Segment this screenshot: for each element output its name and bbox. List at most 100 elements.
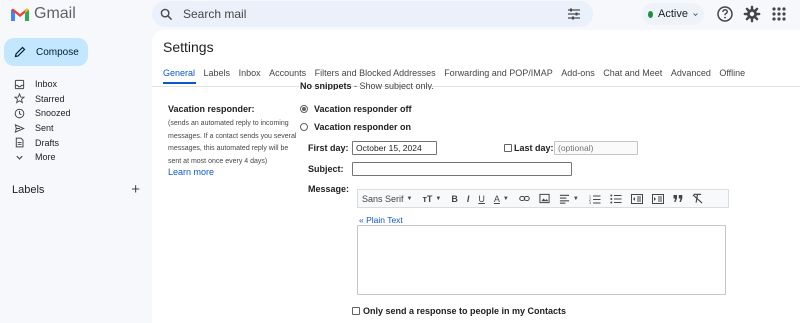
sidebar-item-starred[interactable]: Starred: [0, 92, 150, 107]
pencil-icon: [14, 46, 26, 58]
status-selector[interactable]: Active: [642, 3, 704, 25]
draft-icon: [15, 137, 24, 148]
sidebar-item-more[interactable]: More: [0, 150, 150, 165]
image-icon[interactable]: [539, 193, 550, 204]
subject-input[interactable]: [352, 162, 572, 176]
first-day-label: First day:: [308, 143, 349, 153]
sidebar-item-inbox[interactable]: Inbox: [0, 77, 150, 92]
sidebar-item-sent[interactable]: Sent: [0, 121, 150, 136]
caret-down-icon: ▼: [406, 195, 413, 202]
italic-button[interactable]: I: [467, 194, 470, 204]
gmail-m-icon: [11, 8, 29, 21]
first-day-input[interactable]: [352, 141, 437, 155]
vacation-responder-description: (sends an automated reply to incoming me…: [168, 120, 297, 165]
font-family-dropdown[interactable]: Sans Serif ▼: [362, 194, 412, 204]
tab-filters[interactable]: Filters and Blocked Addresses: [315, 68, 436, 78]
message-label: Message:: [308, 184, 350, 194]
vacation-on-radio[interactable]: [300, 123, 308, 131]
bold-button[interactable]: B: [451, 194, 458, 204]
sidebar-item-label: Inbox: [35, 79, 58, 90]
bulleted-list-icon[interactable]: [610, 194, 622, 204]
settings-panel: Settings General Labels Inbox Accounts F…: [152, 30, 800, 323]
last-day-checkbox[interactable]: [504, 144, 512, 152]
link-icon[interactable]: [519, 193, 530, 204]
search-options-icon[interactable]: [567, 8, 581, 20]
font-family-value: Sans Serif: [362, 193, 404, 204]
gmail-wordmark: Gmail: [34, 5, 76, 22]
tab-advanced[interactable]: Advanced: [671, 68, 711, 78]
add-label-button[interactable]: +: [131, 181, 140, 198]
sidebar-nav: Inbox Starred Snoozed Sent Drafts More: [0, 77, 150, 165]
compose-label: Compose: [36, 46, 79, 58]
message-body-editor[interactable]: [357, 225, 726, 295]
sidebar-item-label: Drafts: [35, 137, 60, 148]
svg-text:3: 3: [589, 201, 591, 204]
snippets-option-strong: No snippets: [300, 81, 352, 90]
tab-offline[interactable]: Offline: [719, 68, 745, 78]
help-icon[interactable]: [716, 5, 734, 23]
compose-button[interactable]: Compose: [4, 38, 88, 66]
tab-chat-meet[interactable]: Chat and Meet: [603, 68, 662, 78]
vacation-off-radio[interactable]: [300, 105, 308, 113]
snippets-option-partial: No snippets - Show subject only.: [300, 81, 434, 90]
gmail-logo[interactable]: Gmail: [10, 5, 76, 23]
text-color-dropdown[interactable]: A ▼: [494, 194, 509, 204]
tab-accounts[interactable]: Accounts: [269, 68, 306, 78]
apps-grid-icon[interactable]: [770, 5, 788, 23]
sidebar-item-label: Snoozed: [35, 108, 71, 119]
clock-icon: [14, 108, 25, 119]
chevron-down-icon: [16, 155, 23, 160]
sidebar-item-drafts[interactable]: Drafts: [0, 135, 150, 150]
tab-add-ons[interactable]: Add-ons: [561, 68, 595, 78]
tab-labels[interactable]: Labels: [204, 68, 231, 78]
last-day-input[interactable]: [554, 141, 638, 155]
last-day-label: Last day:: [514, 143, 554, 153]
labels-heading: Labels: [12, 183, 45, 196]
sidebar-item-label: More: [35, 152, 56, 163]
chevron-down-icon: [693, 12, 698, 16]
plain-text-link[interactable]: « Plain Text: [359, 215, 403, 225]
status-label: Active: [658, 8, 688, 20]
caret-down-icon: ▼: [502, 195, 509, 202]
labels-section-header: Labels +: [12, 181, 140, 198]
remove-formatting-icon[interactable]: [692, 193, 703, 204]
learn-more-link[interactable]: Learn more: [168, 167, 214, 177]
status-dot: [648, 10, 654, 18]
sidebar-item-snoozed[interactable]: Snoozed: [0, 106, 150, 121]
search-input[interactable]: [181, 6, 567, 22]
formatting-toolbar: Sans Serif ▼ тT ▼ B I U A ▼ ▼ 1 2 3: [357, 189, 729, 208]
numbered-list-icon[interactable]: 1 2 3: [589, 194, 601, 204]
star-icon: [14, 93, 25, 105]
vacation-on-label: Vacation responder on: [314, 122, 412, 132]
page-title: Settings: [163, 39, 214, 55]
tab-inbox[interactable]: Inbox: [239, 68, 261, 78]
sidebar-item-label: Starred: [35, 93, 65, 104]
vacation-off-label: Vacation responder off: [314, 104, 412, 114]
search-icon[interactable]: [160, 8, 173, 21]
vacation-off-radio-row[interactable]: Vacation responder off: [300, 104, 412, 114]
text-color-icon: A: [493, 193, 500, 204]
search-bar[interactable]: [152, 1, 593, 27]
vacation-responder-label: Vacation responder:: [168, 104, 255, 114]
quote-icon[interactable]: [673, 194, 683, 203]
indent-more-icon[interactable]: [651, 193, 664, 204]
contacts-only-checkbox[interactable]: [352, 307, 360, 315]
tabs-divider: [152, 86, 800, 87]
tab-forwarding[interactable]: Forwarding and POP/IMAP: [444, 68, 553, 78]
settings-tabs: General Labels Inbox Accounts Filters an…: [163, 68, 754, 78]
indent-less-icon[interactable]: [630, 193, 643, 204]
inbox-icon: [14, 79, 25, 89]
send-icon: [14, 123, 25, 133]
settings-gear-icon[interactable]: [743, 5, 761, 23]
snippets-option-rest: - Show subject only.: [351, 81, 434, 90]
underline-button[interactable]: U: [478, 194, 485, 204]
active-tab-indicator: [163, 82, 196, 84]
caret-down-icon: ▼: [435, 195, 442, 202]
tab-general[interactable]: General: [163, 68, 195, 78]
align-dropdown[interactable]: ▼: [559, 194, 579, 204]
font-size-dropdown[interactable]: тT ▼: [422, 194, 441, 204]
vacation-on-radio-row[interactable]: Vacation responder on: [300, 122, 411, 132]
font-size-icon: тT: [422, 193, 433, 204]
subject-label: Subject:: [308, 164, 344, 174]
align-left-icon: [559, 194, 569, 204]
